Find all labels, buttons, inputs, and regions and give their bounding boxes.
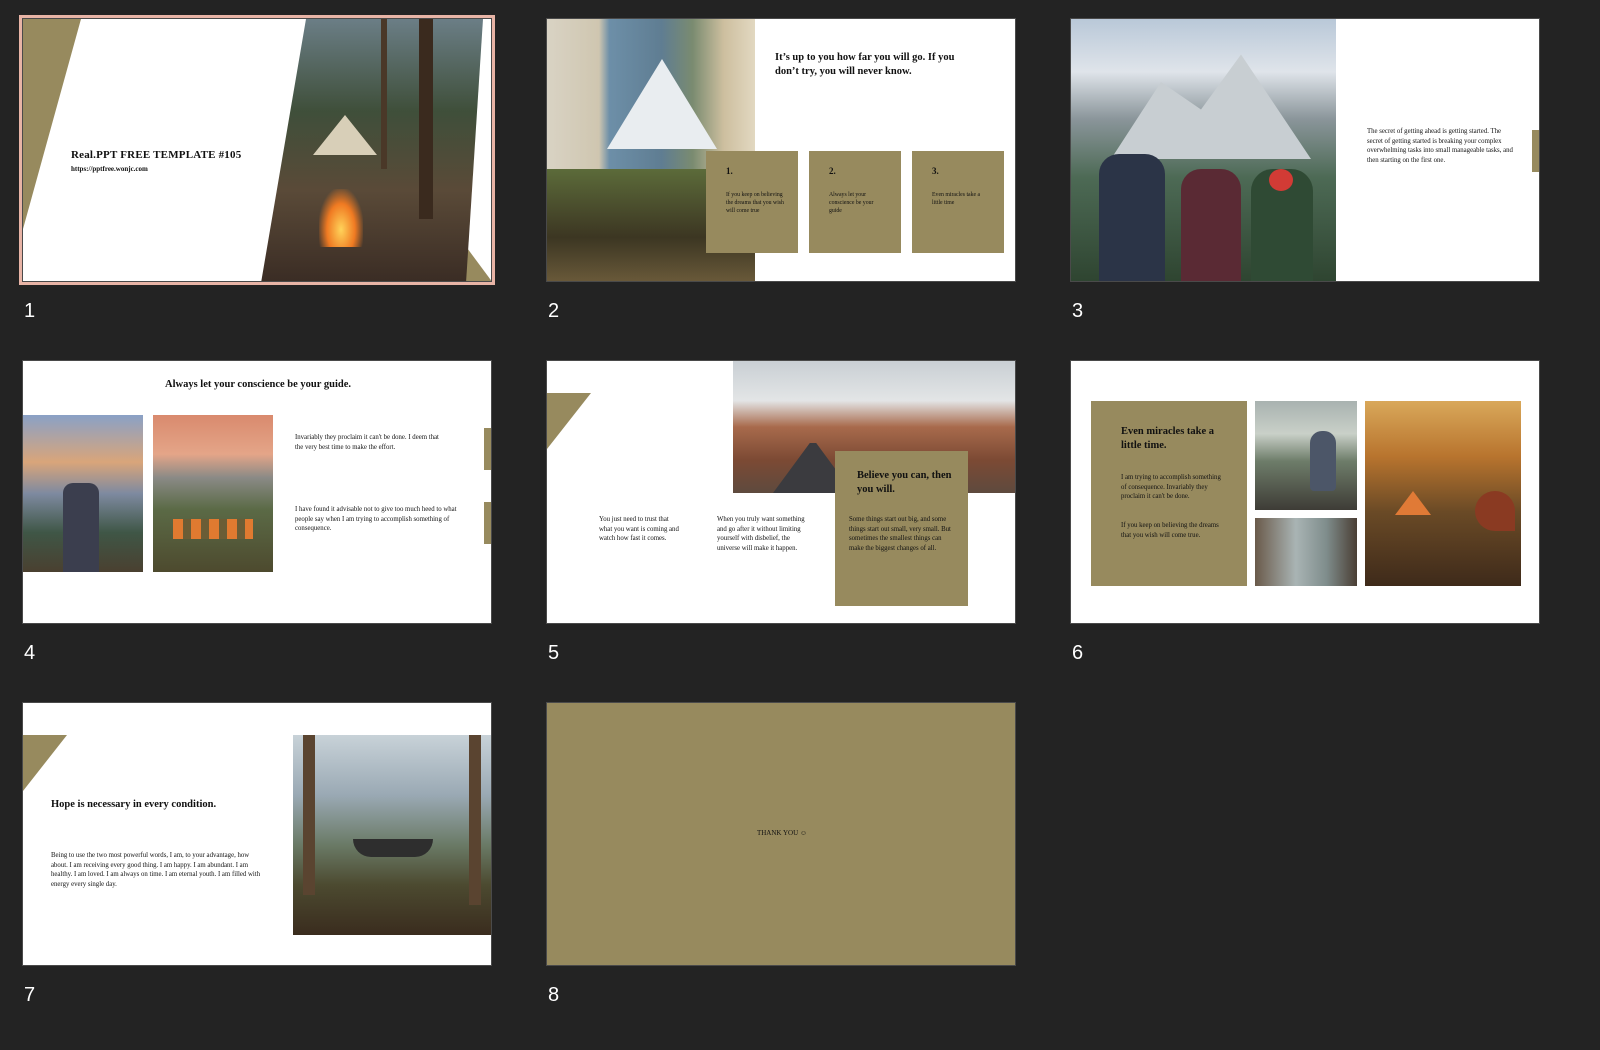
box-3-number: 3. <box>932 166 939 176</box>
red-hat-shape <box>1269 169 1293 191</box>
slide-number-3: 3 <box>1072 300 1084 322</box>
mountain-shape <box>607 59 717 149</box>
slide-thumbnail-1[interactable]: Real.PPT FREE TEMPLATE #105 https://pptf… <box>19 15 495 322</box>
box-2-number: 2. <box>829 166 836 176</box>
slide-4-paragraph-2: I have found it advisable not to give to… <box>295 506 457 532</box>
tree-trunk <box>381 19 387 169</box>
tree-trunk <box>303 735 315 895</box>
slide-2-box-3: 3. Even miracles take a little time <box>912 151 1004 253</box>
tent-shape <box>1395 491 1431 515</box>
slide-thumbnail-3[interactable]: The secret of getting ahead is getting s… <box>1070 18 1540 322</box>
slide-2-box-2: 2. Always let your conscience be your gu… <box>809 151 901 253</box>
autumn-camp-photo <box>1365 401 1521 586</box>
slide-4-accent-bar-1 <box>484 428 491 470</box>
hammock-valley-photo <box>293 735 491 935</box>
slide-1-title: Real.PPT FREE TEMPLATE #105 <box>71 149 242 161</box>
mountain-shape <box>1111 54 1311 159</box>
slide-2-box-1: 1. If you keep on believing the dreams t… <box>706 151 798 253</box>
hiker-shape <box>1099 154 1165 281</box>
slide-5-box-text: Some things start out big, and some thin… <box>849 516 951 552</box>
slide-6-text-box: Even miracles take a little time. I am t… <box>1091 401 1247 586</box>
slide-thumbnail-8[interactable]: THANK YOU ☺ 8 <box>546 702 1016 1006</box>
box-1-text: If you keep on believing the dreams that… <box>726 192 784 214</box>
box-1-number: 1. <box>726 166 733 176</box>
slide-number-1: 1 <box>24 300 36 322</box>
tent-shape <box>313 115 377 155</box>
slide-number-5: 5 <box>548 642 560 664</box>
tent-lake-photo <box>1255 401 1357 510</box>
slide-5-box-title: Believe you can, then you will. <box>857 470 952 495</box>
hiker-shape <box>63 483 99 572</box>
slide-thumbnail-2[interactable]: It’s up to you how far you will go. If y… <box>546 18 1016 322</box>
slide-2-heading: It’s up to you how far you will go. If y… <box>775 52 955 77</box>
slide-thumbnail-7[interactable]: Hope is necessary in every condition. Be… <box>22 702 492 1006</box>
sunset-hiker-photo <box>23 415 143 572</box>
slide-5-canvas[interactable]: You just need to trust that what you wan… <box>546 360 1016 624</box>
slide-5-column-1: You just need to trust that what you wan… <box>599 516 679 542</box>
canoe-shape <box>1475 491 1515 531</box>
slide-number-8: 8 <box>548 984 560 1006</box>
slide-7-canvas[interactable]: Hope is necessary in every condition. Be… <box>22 702 492 966</box>
tree-trunk <box>419 19 433 219</box>
slide-7-text: Being to use the two most powerful words… <box>51 852 261 888</box>
slide-number-2: 2 <box>548 300 560 322</box>
slide-8-text: THANK YOU ☺ <box>756 829 808 837</box>
hiker-shape <box>1181 169 1241 281</box>
fire-shape <box>319 189 363 247</box>
tree-trunk <box>469 735 481 905</box>
slide-thumbnail-4[interactable]: Always let your conscience be your guide… <box>22 360 492 664</box>
slide-3-accent-bar <box>1532 130 1539 172</box>
slide-6-canvas[interactable]: Even miracles take a little time. I am t… <box>1070 360 1540 624</box>
window-reading-photo <box>1255 518 1357 586</box>
slide-4-paragraph-1: Invariably they proclaim it can't be don… <box>295 434 439 451</box>
slide-thumbnail-5[interactable]: You just need to trust that what you wan… <box>546 360 1016 664</box>
slide-thumbnail-6[interactable]: Even miracles take a little time. I am t… <box>1070 360 1540 664</box>
tents-shape <box>173 519 253 539</box>
slide-1-canvas[interactable]: Real.PPT FREE TEMPLATE #105 https://pptf… <box>19 15 495 285</box>
slide-number-7: 7 <box>24 984 36 1006</box>
slide-6-box-text-1: I am trying to accomplish something of c… <box>1121 474 1221 500</box>
hammock-shape <box>353 839 433 857</box>
hikers-mountain-photo <box>1071 19 1336 281</box>
slide-8-canvas[interactable]: THANK YOU ☺ <box>546 702 1016 966</box>
slide-3-canvas[interactable]: The secret of getting ahead is getting s… <box>1070 18 1540 282</box>
slide-4-title: Always let your conscience be your guide… <box>165 379 351 390</box>
slide-3-text: The secret of getting ahead is getting s… <box>1367 128 1513 164</box>
slide-6-box-text-2: If you keep on believing the dreams that… <box>1121 522 1219 539</box>
slide-number-4: 4 <box>24 642 36 664</box>
box-3-text: Even miracles take a little time <box>932 192 981 206</box>
slide-4-accent-bar-2 <box>484 502 491 544</box>
person-shape <box>1310 431 1336 491</box>
slide-1-url: https://pptfree.wonjc.com <box>71 165 148 173</box>
slide-6-box-title: Even miracles take a little time. <box>1121 426 1215 451</box>
slide-2-canvas[interactable]: It’s up to you how far you will go. If y… <box>546 18 1016 282</box>
camp-mountain-photo <box>153 415 273 572</box>
box-2-text: Always let your conscience be your guide <box>829 192 874 214</box>
slide-5-quote-box: Believe you can, then you will. Some thi… <box>835 451 968 606</box>
slide-number-6: 6 <box>1072 642 1084 664</box>
slide-5-column-2: When you truly want something and go aft… <box>717 516 805 552</box>
slide-7-title: Hope is necessary in every condition. <box>51 799 217 810</box>
slide-4-canvas[interactable]: Always let your conscience be your guide… <box>22 360 492 624</box>
